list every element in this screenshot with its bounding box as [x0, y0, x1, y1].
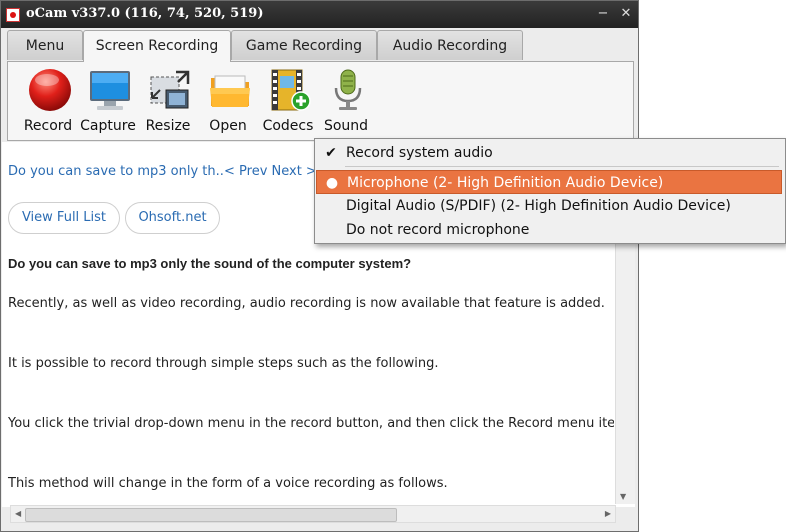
sound-dropdown-menu: ✔ Record system audio ● Microphone (2- H… [314, 138, 786, 244]
menu-item-label: Digital Audio (S/PDIF) (2- High Definiti… [346, 198, 731, 214]
sound-button[interactable]: Sound [316, 66, 376, 138]
folder-icon [210, 75, 250, 107]
faq-paragraph-4: This method will change in the form of a… [8, 476, 448, 491]
ohsoft-link-button[interactable]: Ohsoft.net [125, 202, 220, 234]
faq-paragraph-2: It is possible to record through simple … [8, 356, 439, 371]
selected-dot-icon: ● [325, 175, 339, 191]
horizontal-scrollbar[interactable]: ◀ ▶ [10, 505, 616, 523]
faq-paragraph-3: You click the trivial drop-down menu in … [8, 416, 614, 431]
tab-game-recording[interactable]: Game Recording [231, 30, 377, 60]
ocam-app-icon [6, 8, 20, 22]
resize-button[interactable]: Resize [138, 66, 198, 138]
faq-paragraph-1: Recently, as well as video recording, au… [8, 296, 605, 311]
record-icon [29, 69, 71, 111]
scroll-thumb[interactable] [25, 508, 397, 522]
monitor-icon [90, 71, 130, 110]
menu-item-digital-audio[interactable]: Digital Audio (S/PDIF) (2- High Definiti… [316, 194, 782, 218]
codecs-button[interactable]: Codecs [258, 66, 318, 138]
menu-item-do-not-record-microphone[interactable]: Do not record microphone [316, 218, 782, 242]
film-plus-icon [271, 69, 311, 111]
window-title: oCam v337.0 (116, 74, 520, 519) [26, 6, 264, 21]
menu-item-label: Record system audio [346, 145, 493, 161]
menu-item-record-system-audio[interactable]: ✔ Record system audio [316, 141, 782, 165]
ocam-window: oCam v337.0 (116, 74, 520, 519) − ✕ Menu… [0, 0, 639, 532]
faq-title-link[interactable]: Do you can save to mp3 only th.. [8, 164, 224, 179]
faq-heading: Do you can save to mp3 only the sound of… [8, 256, 412, 271]
checkmark-icon: ✔ [325, 145, 337, 161]
scroll-down-arrow-icon[interactable]: ▼ [620, 492, 626, 501]
menu-separator [345, 166, 779, 167]
scroll-left-arrow-icon[interactable]: ◀ [15, 509, 21, 518]
view-full-list-button[interactable]: View Full List [8, 202, 120, 234]
toolbar: Record Capture Resize Open Codecs Sound [7, 61, 634, 141]
vertical-scrollbar[interactable]: ▼ [615, 238, 635, 504]
tab-screen-recording[interactable]: Screen Recording [83, 30, 231, 62]
menu-item-label: Microphone (2- High Definition Audio Dev… [347, 175, 664, 191]
resize-icon [150, 70, 190, 109]
capture-button[interactable]: Capture [78, 66, 138, 138]
scroll-right-arrow-icon[interactable]: ▶ [605, 509, 611, 518]
tab-menu[interactable]: Menu [7, 30, 83, 60]
sound-label: Sound [323, 118, 369, 134]
tab-audio-recording[interactable]: Audio Recording [377, 30, 523, 60]
open-button[interactable]: Open [198, 66, 258, 138]
microphone-icon [334, 69, 362, 110]
close-button[interactable]: ✕ [618, 6, 634, 22]
record-button[interactable]: Record [18, 66, 78, 138]
menu-item-label: Do not record microphone [346, 222, 530, 238]
prev-next-link[interactable]: < Prev Next > [224, 164, 317, 179]
title-bar[interactable]: oCam v337.0 (116, 74, 520, 519) − ✕ [1, 1, 638, 28]
menu-item-microphone[interactable]: ● Microphone (2- High Definition Audio D… [316, 170, 782, 194]
minimize-button[interactable]: − [595, 6, 611, 22]
